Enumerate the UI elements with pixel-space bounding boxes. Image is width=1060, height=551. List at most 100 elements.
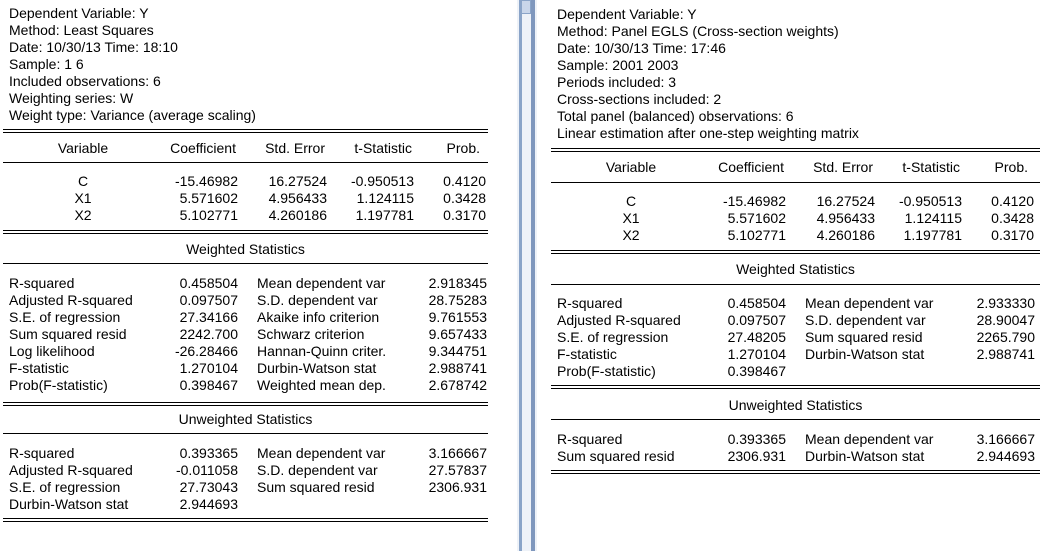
- coef-variable: C: [625, 193, 637, 209]
- section-title-weighted: Weighted Statistics: [736, 261, 855, 277]
- header-line: Date: 10/30/13 Time: 18:10: [9, 39, 178, 55]
- section-title-unweighted: Unweighted Statistics: [728, 397, 863, 413]
- header-line: Included observations: 6: [9, 73, 161, 89]
- double-rule: [3, 518, 488, 522]
- stat-value: -26.28466: [174, 343, 238, 359]
- stat-value: 0.097507: [727, 312, 786, 328]
- stat-label: Akaike info criterion: [257, 309, 380, 325]
- column-header-coefficient: Coefficient: [718, 159, 784, 175]
- coef-value: 0.4120: [991, 193, 1034, 209]
- window-splitter[interactable]: [517, 0, 537, 551]
- coef-value: 4.956433: [268, 190, 327, 206]
- stat-value: -0.011058: [175, 462, 238, 478]
- stat-label: S.D. dependent var: [805, 312, 926, 328]
- single-rule: [551, 182, 1040, 183]
- column-header-std-error: Std. Error: [813, 159, 873, 175]
- coef-value: 0.4120: [443, 173, 486, 189]
- stat-label: F-statistic: [9, 360, 69, 376]
- stat-value: 27.48205: [727, 329, 786, 345]
- section-title-unweighted: Unweighted Statistics: [178, 411, 313, 427]
- coef-value: 0.3428: [443, 190, 486, 206]
- column-header-t-statistic: t-Statistic: [902, 159, 960, 175]
- column-header-variable: Variable: [605, 159, 657, 175]
- header-line: Dependent Variable: Y: [557, 6, 697, 22]
- stat-value: 3.166667: [976, 431, 1035, 447]
- coef-value: 5.102771: [179, 207, 238, 223]
- stat-label: S.E. of regression: [557, 329, 669, 345]
- coef-variable: X1: [74, 190, 92, 206]
- stat-value: 27.34166: [179, 309, 238, 325]
- coef-value: 1.124115: [356, 190, 414, 206]
- stat-label: Mean dependent var: [257, 275, 386, 291]
- column-header-prob: Prob.: [994, 159, 1028, 175]
- header-line: Dependent Variable: Y: [9, 5, 149, 21]
- stat-value: 1.270104: [179, 360, 238, 376]
- stat-label: S.D. dependent var: [257, 292, 378, 308]
- stat-label: Mean dependent var: [257, 445, 386, 461]
- stat-value: 9.657433: [428, 326, 487, 342]
- stat-value: 27.57837: [428, 462, 487, 478]
- stat-label: F-statistic: [557, 346, 617, 362]
- stat-label: R-squared: [557, 295, 623, 311]
- single-rule: [551, 419, 1040, 420]
- stat-label: Log likelihood: [9, 343, 95, 359]
- stat-label: R-squared: [557, 431, 623, 447]
- coef-value: 4.260186: [816, 227, 875, 243]
- coef-variable: X2: [622, 227, 640, 243]
- stat-value: 27.73043: [179, 479, 238, 495]
- stat-label: R-squared: [9, 275, 75, 291]
- coef-value: 1.124115: [904, 210, 962, 226]
- coef-value: 0.3170: [443, 207, 486, 223]
- stat-value: 2.944693: [179, 496, 238, 512]
- column-header-variable: Variable: [57, 140, 109, 156]
- stat-label: Prob(F-statistic): [557, 363, 656, 379]
- stat-label: S.D. dependent var: [257, 462, 378, 478]
- single-rule: [3, 162, 488, 163]
- stat-label: Weighted mean dep.: [257, 377, 386, 393]
- stat-value: 9.761553: [428, 309, 487, 325]
- stat-value: 0.398467: [727, 363, 786, 379]
- stat-value: 2242.700: [179, 326, 238, 342]
- stat-value: 3.166667: [428, 445, 487, 461]
- double-rule: [551, 470, 1040, 474]
- stat-value: 28.75283: [428, 292, 487, 308]
- stat-value: 2265.790: [976, 329, 1035, 345]
- stat-label: Schwarz criterion: [257, 326, 365, 342]
- coef-value: 5.571602: [727, 210, 786, 226]
- single-rule: [3, 263, 488, 264]
- header-line: Linear estimation after one-step weighti…: [557, 125, 859, 141]
- column-header-t-statistic: t-Statistic: [354, 140, 412, 156]
- stat-label: Durbin-Watson stat: [805, 448, 925, 464]
- coef-variable: X2: [74, 207, 92, 223]
- double-rule: [3, 129, 488, 133]
- header-line: Periods included: 3: [557, 74, 677, 90]
- stat-value: 0.458504: [179, 275, 238, 291]
- scrollbar-track[interactable]: [531, 0, 535, 551]
- coef-value: 1.197781: [903, 227, 962, 243]
- single-rule: [551, 284, 1040, 285]
- stat-value: 2.918345: [428, 275, 487, 291]
- coef-value: 1.197781: [355, 207, 414, 223]
- coef-variable: C: [77, 173, 89, 189]
- coef-value: 4.260186: [268, 207, 327, 223]
- stat-label: Durbin-Watson stat: [257, 360, 377, 376]
- coef-variable: X1: [622, 210, 640, 226]
- coef-value: 5.571602: [179, 190, 238, 206]
- coef-value: -15.46982: [722, 193, 786, 209]
- section-title-weighted: Weighted Statistics: [186, 241, 305, 257]
- header-line: Total panel (balanced) observations: 6: [557, 108, 794, 124]
- double-rule: [551, 385, 1040, 389]
- coef-value: 16.27524: [268, 173, 327, 189]
- header-line: Weight type: Variance (average scaling): [9, 107, 256, 123]
- stat-value: 28.90047: [976, 312, 1035, 328]
- stat-value: 0.393365: [179, 445, 238, 461]
- stat-value: 0.097507: [179, 292, 238, 308]
- double-rule: [551, 148, 1040, 152]
- double-rule: [3, 230, 488, 234]
- stat-label: Durbin-Watson stat: [9, 496, 129, 512]
- stat-value: 2.678742: [428, 377, 487, 393]
- stat-label: R-squared: [9, 445, 75, 461]
- column-header-std-error: Std. Error: [265, 140, 325, 156]
- stat-value: 2306.931: [727, 448, 786, 464]
- stat-label: Adjusted R-squared: [557, 312, 681, 328]
